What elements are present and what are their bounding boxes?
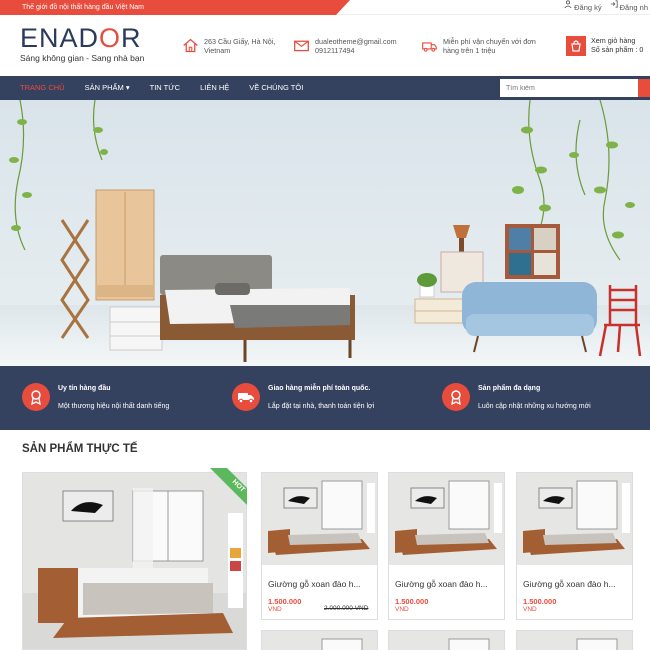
product-card[interactable]: Giường gỗ xoan đào h... 1.500.000 VND 2.… xyxy=(261,472,378,620)
login-link[interactable]: Đăng nh xyxy=(610,0,648,15)
product-card[interactable] xyxy=(516,630,633,650)
register-link[interactable]: Đăng ký xyxy=(564,0,602,15)
logo[interactable]: ENADOR Sáng không gian - Sang nhà bạn xyxy=(20,24,144,63)
section-title: SẢN PHẨM THỰC TẾ xyxy=(22,443,138,455)
top-bar: Thế giới đồ nội thất hàng đầu Việt Nam Đ… xyxy=(0,0,650,15)
promo-text: Thế giới đồ nội thất hàng đầu Việt Nam xyxy=(0,0,350,15)
truck-icon xyxy=(232,383,260,411)
product-image[interactable] xyxy=(517,631,632,650)
user-icon xyxy=(564,0,572,8)
product-price: 1.500.000 xyxy=(523,597,557,606)
nav-products[interactable]: Sản phẩm ▾ xyxy=(85,76,130,100)
features-strip: Uy tín hàng đầu Một thương hiệu nội thất … xyxy=(0,366,650,430)
award-icon xyxy=(442,383,470,411)
cart-icon xyxy=(566,36,586,56)
mail-icon xyxy=(294,40,309,52)
product-price: 1.500.000 xyxy=(268,597,302,606)
product-currency: VND xyxy=(523,606,537,613)
address-info: 263 Cầu Giấy, Hà Nội, Vietnam xyxy=(182,37,275,55)
shipping-info: Miễn phí vận chuyển với đơn hàng trên 1 t… xyxy=(421,37,536,55)
feature-item: Sản phẩm đa dạng Luôn cập nhật những xu h… xyxy=(442,383,591,411)
feature-item: Uy tín hàng đầu Một thương hiệu nội thất … xyxy=(22,383,169,411)
hero-image xyxy=(0,100,650,366)
search-button[interactable] xyxy=(638,79,650,97)
login-icon xyxy=(610,0,618,8)
feature-item: Giao hàng miễn phí toàn quốc. Lắp đặt tại… xyxy=(232,383,374,411)
search-input[interactable] xyxy=(500,79,638,97)
nav-news[interactable]: Tin tức xyxy=(150,76,180,100)
header: ENADOR Sáng không gian - Sang nhà bạn 26… xyxy=(0,15,650,76)
product-image[interactable] xyxy=(262,473,377,565)
award-icon xyxy=(22,383,50,411)
product-card[interactable] xyxy=(261,630,378,650)
truck-icon xyxy=(422,42,437,52)
product-image[interactable] xyxy=(262,631,377,650)
cart-title: Xem giỏ hàng xyxy=(591,36,636,45)
logo-tagline: Sáng không gian - Sang nhà bạn xyxy=(20,53,145,63)
logo-brand: ENADOR xyxy=(20,23,142,53)
auth-links: Đăng ký Đăng nh xyxy=(564,0,650,15)
product-card[interactable]: Giường gỗ xoan đào h... 1.500.000 VND xyxy=(388,472,505,620)
search-box xyxy=(500,79,650,97)
nav-home[interactable]: Trang chủ xyxy=(20,76,65,100)
main-nav: Trang chủ Sản phẩm ▾ Tin tức Liên hệ Về … xyxy=(0,76,650,100)
contact-info: dualeotheme@gmail.com 0912117494 xyxy=(293,37,397,55)
hero-banner[interactable] xyxy=(0,100,650,366)
product-image[interactable] xyxy=(389,473,504,565)
product-currency: VND xyxy=(395,606,409,613)
product-name[interactable]: Giường gỗ xoan đào h... xyxy=(395,579,488,589)
product-image[interactable] xyxy=(389,631,504,650)
home-icon xyxy=(183,38,198,53)
product-name[interactable]: Giường gỗ xoan đào h... xyxy=(523,579,616,589)
product-currency: VND xyxy=(268,606,282,613)
product-name[interactable]: Giường gỗ xoan đào h... xyxy=(268,579,361,589)
nav-contact[interactable]: Liên hệ xyxy=(200,76,229,100)
product-card[interactable] xyxy=(388,630,505,650)
product-card[interactable]: Giường gỗ xoan đào h... 1.500.000 VND xyxy=(516,472,633,620)
cart-count: Số sản phẩm : 0 xyxy=(591,45,644,54)
product-old-price: 2.000.000 VND xyxy=(324,605,369,612)
cart-widget[interactable]: Xem giỏ hàng Số sản phẩm : 0 xyxy=(566,36,643,56)
nav-about[interactable]: Về chúng tôi xyxy=(249,76,303,100)
product-image[interactable] xyxy=(517,473,632,565)
hot-badge: HOT xyxy=(210,468,247,505)
product-price: 1.500.000 xyxy=(395,597,429,606)
